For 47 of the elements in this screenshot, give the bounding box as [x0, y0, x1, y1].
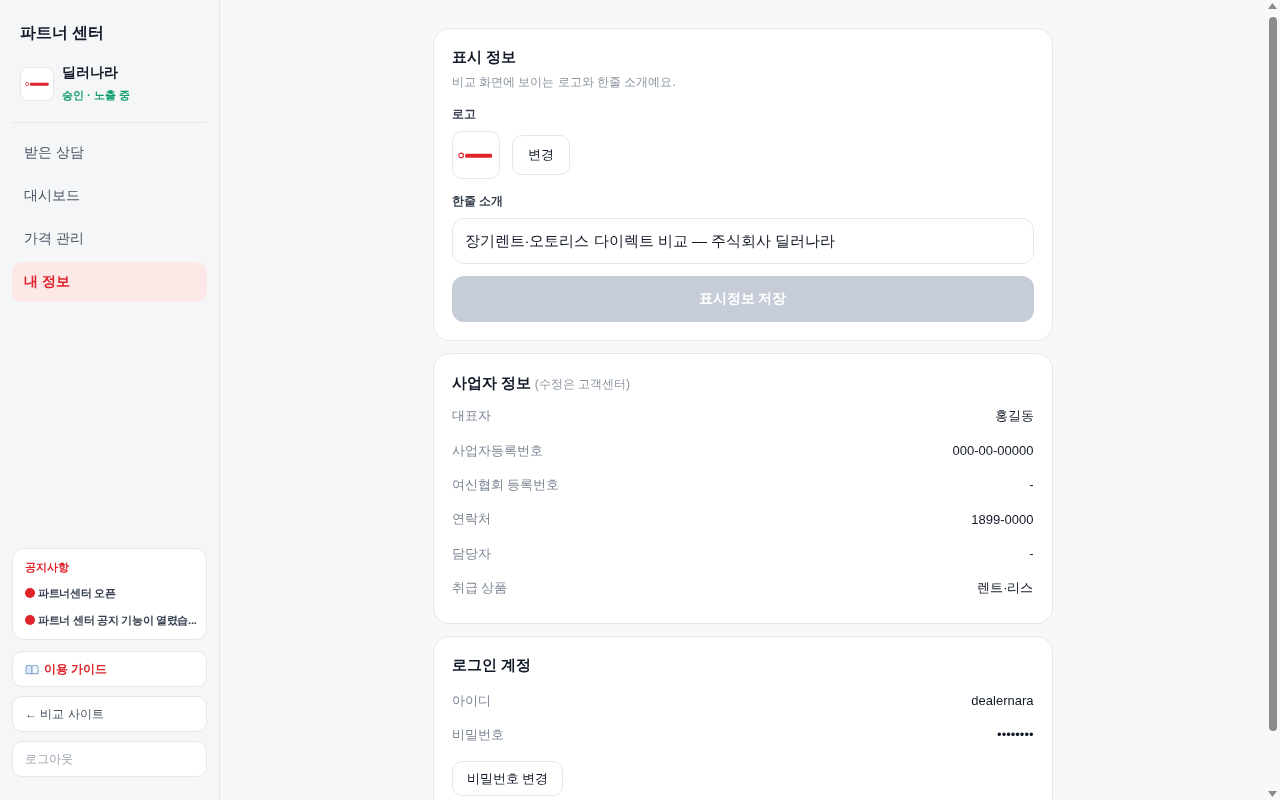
info-value: -	[1029, 477, 1034, 493]
logo-image	[451, 131, 500, 179]
partner-name: 딜러나라	[62, 64, 119, 80]
notice-item[interactable]: 파트너 센터 공지 기능이 열렸습...	[38, 612, 197, 628]
nav-item[interactable]: 대시보드	[12, 176, 207, 216]
scroll-down-icon[interactable]	[1268, 791, 1277, 797]
tagline-input[interactable]: 장기렌트·오토리스 다이렉트 비교 — 주식회사 딜러나라	[451, 218, 1034, 264]
info-label: 비밀번호	[451, 725, 504, 744]
dot-icon	[25, 615, 35, 625]
card-title: 로그인 계정	[451, 655, 532, 676]
info-value: 렌트·리스	[977, 579, 1034, 598]
field-label: 로고	[451, 106, 477, 123]
logo-image	[20, 67, 54, 101]
dot-icon	[25, 588, 35, 598]
info-value: -	[1029, 546, 1034, 562]
info-value: 홍길동	[994, 407, 1034, 426]
info-value: 000-00-00000	[952, 443, 1034, 459]
card-note: (수정은 고객센터)	[534, 376, 630, 393]
info-value: 1899-0000	[971, 511, 1034, 527]
notice-item[interactable]: 파트너센터 오픈	[38, 585, 116, 601]
notice-title: 공지사항	[25, 560, 70, 575]
info-label: 여신협회 등록번호	[451, 475, 560, 494]
nav-item[interactable]: 받은 상담	[12, 133, 207, 173]
info-label: 대표자	[451, 407, 491, 426]
info-value: ••••••••	[997, 727, 1034, 743]
card-title: 사업자 정보	[451, 373, 531, 393]
info-value: dealernara	[971, 693, 1034, 709]
card-description: 비교 화면에 보이는 로고와 한줄 소개예요.	[451, 74, 677, 91]
field-label: 한줄 소개	[451, 193, 504, 210]
back-link-button[interactable]: ← 비교 사이트	[12, 696, 207, 732]
info-label: 사업자등록번호	[451, 441, 543, 460]
scroll-up-icon[interactable]	[1268, 3, 1277, 9]
partner-status: 승인 · 노출 중	[62, 88, 130, 102]
scrollbar[interactable]	[1265, 0, 1280, 800]
change-password-button[interactable]: 비밀번호 변경	[451, 761, 564, 797]
card-title: 표시 정보	[451, 47, 517, 67]
book-icon	[25, 663, 39, 675]
nav-item[interactable]: 내 정보	[12, 262, 207, 302]
info-label: 담당자	[451, 544, 491, 563]
change-logo-button[interactable]: 변경	[511, 135, 570, 175]
info-label: 취급 상품	[451, 579, 508, 598]
scrollbar-thumb[interactable]	[1268, 17, 1277, 731]
nav-item[interactable]: 가격 관리	[12, 219, 207, 259]
guide-button[interactable]: 이용 가이드	[12, 651, 207, 687]
info-label: 아이디	[451, 691, 491, 710]
info-label: 연락처	[451, 510, 491, 529]
sidebar-title: 파트너 센터	[19, 23, 106, 43]
